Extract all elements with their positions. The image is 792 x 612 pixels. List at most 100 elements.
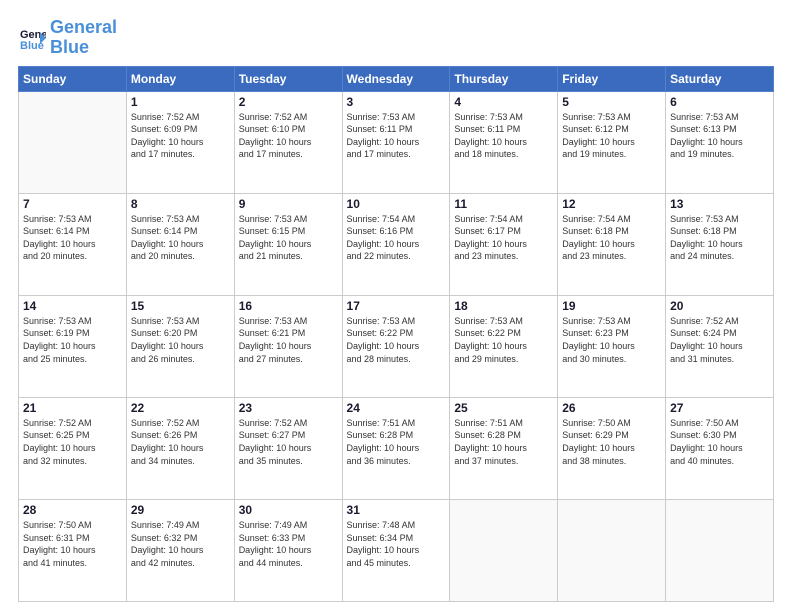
calendar-header-saturday: Saturday bbox=[666, 66, 774, 91]
calendar-cell: 3 Sunrise: 7:53 AMSunset: 6:11 PMDayligh… bbox=[342, 91, 450, 193]
cell-info: Sunrise: 7:51 AMSunset: 6:28 PMDaylight:… bbox=[454, 417, 553, 467]
calendar-cell: 14 Sunrise: 7:53 AMSunset: 6:19 PMDaylig… bbox=[19, 295, 127, 397]
day-number: 30 bbox=[239, 503, 338, 517]
calendar-cell: 7 Sunrise: 7:53 AMSunset: 6:14 PMDayligh… bbox=[19, 193, 127, 295]
day-number: 16 bbox=[239, 299, 338, 313]
day-number: 10 bbox=[347, 197, 446, 211]
calendar-header-row: SundayMondayTuesdayWednesdayThursdayFrid… bbox=[19, 66, 774, 91]
calendar-cell: 22 Sunrise: 7:52 AMSunset: 6:26 PMDaylig… bbox=[126, 397, 234, 499]
day-number: 19 bbox=[562, 299, 661, 313]
calendar-cell: 23 Sunrise: 7:52 AMSunset: 6:27 PMDaylig… bbox=[234, 397, 342, 499]
calendar-cell: 27 Sunrise: 7:50 AMSunset: 6:30 PMDaylig… bbox=[666, 397, 774, 499]
day-number: 3 bbox=[347, 95, 446, 109]
cell-info: Sunrise: 7:52 AMSunset: 6:26 PMDaylight:… bbox=[131, 417, 230, 467]
cell-info: Sunrise: 7:50 AMSunset: 6:30 PMDaylight:… bbox=[670, 417, 769, 467]
cell-info: Sunrise: 7:53 AMSunset: 6:19 PMDaylight:… bbox=[23, 315, 122, 365]
day-number: 8 bbox=[131, 197, 230, 211]
cell-info: Sunrise: 7:54 AMSunset: 6:18 PMDaylight:… bbox=[562, 213, 661, 263]
day-number: 2 bbox=[239, 95, 338, 109]
day-number: 15 bbox=[131, 299, 230, 313]
cell-info: Sunrise: 7:53 AMSunset: 6:22 PMDaylight:… bbox=[347, 315, 446, 365]
calendar-cell bbox=[19, 91, 127, 193]
calendar-cell: 16 Sunrise: 7:53 AMSunset: 6:21 PMDaylig… bbox=[234, 295, 342, 397]
day-number: 14 bbox=[23, 299, 122, 313]
cell-info: Sunrise: 7:53 AMSunset: 6:14 PMDaylight:… bbox=[131, 213, 230, 263]
calendar-cell: 26 Sunrise: 7:50 AMSunset: 6:29 PMDaylig… bbox=[558, 397, 666, 499]
calendar-cell: 31 Sunrise: 7:48 AMSunset: 6:34 PMDaylig… bbox=[342, 499, 450, 601]
calendar-table: SundayMondayTuesdayWednesdayThursdayFrid… bbox=[18, 66, 774, 602]
calendar-cell: 30 Sunrise: 7:49 AMSunset: 6:33 PMDaylig… bbox=[234, 499, 342, 601]
day-number: 22 bbox=[131, 401, 230, 415]
day-number: 21 bbox=[23, 401, 122, 415]
cell-info: Sunrise: 7:53 AMSunset: 6:23 PMDaylight:… bbox=[562, 315, 661, 365]
calendar-week-1: 1 Sunrise: 7:52 AMSunset: 6:09 PMDayligh… bbox=[19, 91, 774, 193]
day-number: 11 bbox=[454, 197, 553, 211]
cell-info: Sunrise: 7:52 AMSunset: 6:24 PMDaylight:… bbox=[670, 315, 769, 365]
calendar-cell bbox=[558, 499, 666, 601]
cell-info: Sunrise: 7:52 AMSunset: 6:09 PMDaylight:… bbox=[131, 111, 230, 161]
calendar-cell: 21 Sunrise: 7:52 AMSunset: 6:25 PMDaylig… bbox=[19, 397, 127, 499]
cell-info: Sunrise: 7:53 AMSunset: 6:20 PMDaylight:… bbox=[131, 315, 230, 365]
day-number: 20 bbox=[670, 299, 769, 313]
cell-info: Sunrise: 7:53 AMSunset: 6:14 PMDaylight:… bbox=[23, 213, 122, 263]
calendar-cell: 4 Sunrise: 7:53 AMSunset: 6:11 PMDayligh… bbox=[450, 91, 558, 193]
day-number: 13 bbox=[670, 197, 769, 211]
logo-text: GeneralBlue bbox=[50, 18, 117, 58]
calendar-cell: 19 Sunrise: 7:53 AMSunset: 6:23 PMDaylig… bbox=[558, 295, 666, 397]
day-number: 17 bbox=[347, 299, 446, 313]
calendar-header-tuesday: Tuesday bbox=[234, 66, 342, 91]
calendar-cell: 13 Sunrise: 7:53 AMSunset: 6:18 PMDaylig… bbox=[666, 193, 774, 295]
day-number: 24 bbox=[347, 401, 446, 415]
calendar-cell: 8 Sunrise: 7:53 AMSunset: 6:14 PMDayligh… bbox=[126, 193, 234, 295]
calendar-cell: 9 Sunrise: 7:53 AMSunset: 6:15 PMDayligh… bbox=[234, 193, 342, 295]
cell-info: Sunrise: 7:53 AMSunset: 6:11 PMDaylight:… bbox=[454, 111, 553, 161]
day-number: 26 bbox=[562, 401, 661, 415]
calendar-cell bbox=[666, 499, 774, 601]
day-number: 28 bbox=[23, 503, 122, 517]
logo-icon: General Blue bbox=[18, 24, 46, 52]
calendar-cell: 15 Sunrise: 7:53 AMSunset: 6:20 PMDaylig… bbox=[126, 295, 234, 397]
day-number: 6 bbox=[670, 95, 769, 109]
cell-info: Sunrise: 7:52 AMSunset: 6:27 PMDaylight:… bbox=[239, 417, 338, 467]
day-number: 9 bbox=[239, 197, 338, 211]
cell-info: Sunrise: 7:53 AMSunset: 6:15 PMDaylight:… bbox=[239, 213, 338, 263]
cell-info: Sunrise: 7:53 AMSunset: 6:22 PMDaylight:… bbox=[454, 315, 553, 365]
calendar-cell: 5 Sunrise: 7:53 AMSunset: 6:12 PMDayligh… bbox=[558, 91, 666, 193]
calendar-header-monday: Monday bbox=[126, 66, 234, 91]
calendar-cell: 24 Sunrise: 7:51 AMSunset: 6:28 PMDaylig… bbox=[342, 397, 450, 499]
cell-info: Sunrise: 7:52 AMSunset: 6:25 PMDaylight:… bbox=[23, 417, 122, 467]
cell-info: Sunrise: 7:49 AMSunset: 6:33 PMDaylight:… bbox=[239, 519, 338, 569]
day-number: 1 bbox=[131, 95, 230, 109]
day-number: 18 bbox=[454, 299, 553, 313]
header: General Blue GeneralBlue bbox=[18, 18, 774, 58]
calendar-week-4: 21 Sunrise: 7:52 AMSunset: 6:25 PMDaylig… bbox=[19, 397, 774, 499]
calendar-cell: 17 Sunrise: 7:53 AMSunset: 6:22 PMDaylig… bbox=[342, 295, 450, 397]
calendar-week-5: 28 Sunrise: 7:50 AMSunset: 6:31 PMDaylig… bbox=[19, 499, 774, 601]
cell-info: Sunrise: 7:48 AMSunset: 6:34 PMDaylight:… bbox=[347, 519, 446, 569]
day-number: 31 bbox=[347, 503, 446, 517]
cell-info: Sunrise: 7:53 AMSunset: 6:18 PMDaylight:… bbox=[670, 213, 769, 263]
calendar-cell: 28 Sunrise: 7:50 AMSunset: 6:31 PMDaylig… bbox=[19, 499, 127, 601]
calendar-cell: 25 Sunrise: 7:51 AMSunset: 6:28 PMDaylig… bbox=[450, 397, 558, 499]
day-number: 23 bbox=[239, 401, 338, 415]
cell-info: Sunrise: 7:51 AMSunset: 6:28 PMDaylight:… bbox=[347, 417, 446, 467]
calendar-cell bbox=[450, 499, 558, 601]
day-number: 5 bbox=[562, 95, 661, 109]
page: General Blue GeneralBlue SundayMondayTue… bbox=[0, 0, 792, 612]
day-number: 7 bbox=[23, 197, 122, 211]
day-number: 25 bbox=[454, 401, 553, 415]
calendar-header-thursday: Thursday bbox=[450, 66, 558, 91]
calendar-week-3: 14 Sunrise: 7:53 AMSunset: 6:19 PMDaylig… bbox=[19, 295, 774, 397]
cell-info: Sunrise: 7:49 AMSunset: 6:32 PMDaylight:… bbox=[131, 519, 230, 569]
calendar-cell: 11 Sunrise: 7:54 AMSunset: 6:17 PMDaylig… bbox=[450, 193, 558, 295]
calendar-cell: 6 Sunrise: 7:53 AMSunset: 6:13 PMDayligh… bbox=[666, 91, 774, 193]
calendar-cell: 29 Sunrise: 7:49 AMSunset: 6:32 PMDaylig… bbox=[126, 499, 234, 601]
cell-info: Sunrise: 7:54 AMSunset: 6:16 PMDaylight:… bbox=[347, 213, 446, 263]
day-number: 27 bbox=[670, 401, 769, 415]
day-number: 29 bbox=[131, 503, 230, 517]
calendar-cell: 18 Sunrise: 7:53 AMSunset: 6:22 PMDaylig… bbox=[450, 295, 558, 397]
cell-info: Sunrise: 7:53 AMSunset: 6:11 PMDaylight:… bbox=[347, 111, 446, 161]
cell-info: Sunrise: 7:53 AMSunset: 6:13 PMDaylight:… bbox=[670, 111, 769, 161]
calendar-cell: 12 Sunrise: 7:54 AMSunset: 6:18 PMDaylig… bbox=[558, 193, 666, 295]
day-number: 4 bbox=[454, 95, 553, 109]
